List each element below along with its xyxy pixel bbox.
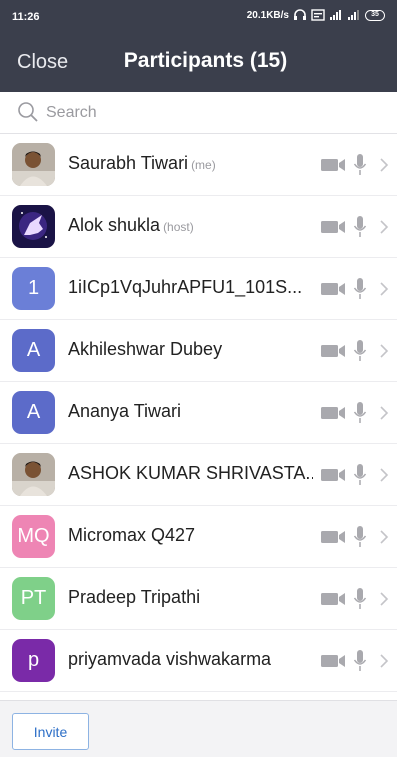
participant-status-icons (321, 154, 389, 176)
avatar-photo (12, 205, 55, 248)
avatar: MQ (12, 515, 55, 558)
microphone-icon (353, 526, 367, 547)
avatar-photo (12, 143, 55, 186)
participant-row[interactable]: A Ananya Tiwari (0, 382, 397, 444)
participant-status-icons (321, 588, 389, 610)
participant-name-text: priyamvada vishwakarma (68, 649, 272, 669)
avatar: 1 (12, 267, 55, 310)
footer-bar: Invite (0, 700, 397, 757)
participant-status-icons (321, 526, 389, 548)
chevron-right-icon[interactable] (379, 157, 389, 173)
status-time: 11:26 (12, 11, 40, 23)
participant-role-tag: (me) (191, 158, 216, 172)
chevron-right-icon[interactable] (379, 653, 389, 669)
chevron-right-icon[interactable] (379, 281, 389, 297)
microphone-icon (353, 216, 367, 237)
video-camera-icon (321, 283, 345, 295)
avatar: PT (12, 577, 55, 620)
chevron-right-icon[interactable] (379, 529, 389, 545)
participant-row[interactable]: Saurabh Tiwari (me) (0, 134, 397, 196)
status-indicators: 20.1KB/s 35 (247, 9, 385, 21)
video-camera-icon (321, 159, 345, 171)
video-camera-icon (321, 407, 345, 419)
participant-name: Alok shukla (host) (68, 215, 194, 236)
search-bar (0, 92, 397, 134)
participants-screen: 11:26 20.1KB/s 35 Close Participants (15… (0, 0, 397, 757)
video-camera-icon (321, 531, 345, 543)
participant-name: ASHOK KUMAR SHRIVASTA... (68, 463, 313, 484)
chevron-right-icon[interactable] (379, 343, 389, 359)
participant-status-icons (321, 402, 389, 424)
participant-name-text: Saurabh Tiwari (68, 153, 189, 173)
participant-row[interactable]: Alok shukla (host) (0, 196, 397, 258)
video-camera-icon (321, 221, 345, 233)
video-camera-icon (321, 655, 345, 667)
microphone-icon (353, 340, 367, 361)
participant-name: Saurabh Tiwari (me) (68, 153, 216, 174)
participant-status-icons (321, 650, 389, 672)
chevron-right-icon[interactable] (379, 405, 389, 421)
status-bar: 11:26 20.1KB/s 35 (0, 0, 397, 34)
participant-row[interactable]: p priyamvada vishwakarma (0, 630, 397, 692)
network-speed: 20.1KB/s (246, 9, 289, 21)
participant-list: Saurabh Tiwari (me) Alok shukla (host) 1 1iIC… (0, 134, 397, 692)
search-input[interactable] (46, 102, 366, 124)
participant-role-tag: (host) (163, 220, 194, 234)
chevron-right-icon[interactable] (379, 591, 389, 607)
microphone-icon (353, 402, 367, 423)
chevron-right-icon[interactable] (379, 219, 389, 235)
participant-name-text: Akhileshwar Dubey (68, 339, 223, 359)
participant-status-icons (321, 216, 389, 238)
avatar: A (12, 329, 55, 372)
participant-name-text: Alok shukla (68, 215, 161, 235)
signal-icon-2 (348, 10, 359, 20)
microphone-icon (353, 650, 367, 671)
message-icon (311, 9, 325, 21)
search-icon (18, 102, 38, 122)
participant-name: priyamvada vishwakarma (68, 649, 271, 670)
page-title: Participants (15) (123, 49, 288, 72)
battery-icon: 35 (365, 9, 385, 21)
participant-row[interactable]: A Akhileshwar Dubey (0, 320, 397, 382)
avatar: p (12, 639, 55, 682)
top-bar: Close Participants (15) (0, 34, 397, 92)
participant-name: Ananya Tiwari (68, 401, 181, 422)
microphone-icon (353, 464, 367, 485)
participant-row[interactable]: ASHOK KUMAR SHRIVASTA... (0, 444, 397, 506)
headset-icon (294, 9, 306, 20)
participant-name-text: 1iICp1VqJuhrAPFU1_101S... (68, 277, 303, 297)
participant-name-text: Ananya Tiwari (68, 401, 182, 421)
participant-name: 1iICp1VqJuhrAPFU1_101S... (68, 277, 302, 298)
avatar: A (12, 391, 55, 434)
participant-name-text: Micromax Q427 (68, 525, 196, 545)
video-camera-icon (321, 345, 345, 357)
participant-name-text: ASHOK KUMAR SHRIVASTA... (68, 463, 313, 483)
signal-icon (330, 10, 341, 20)
chevron-right-icon[interactable] (379, 467, 389, 483)
participant-status-icons (321, 340, 389, 362)
participant-status-icons (321, 464, 389, 486)
participant-row[interactable]: PT Pradeep Tripathi (0, 568, 397, 630)
participant-status-icons (321, 278, 389, 300)
participant-name: Pradeep Tripathi (68, 587, 200, 608)
participant-row[interactable]: 1 1iICp1VqJuhrAPFU1_101S... (0, 258, 397, 320)
participant-name: Akhileshwar Dubey (68, 339, 222, 360)
microphone-icon (353, 588, 367, 609)
video-camera-icon (321, 469, 345, 481)
participant-row[interactable]: MQ Micromax Q427 (0, 506, 397, 568)
participant-name: Micromax Q427 (68, 525, 195, 546)
video-camera-icon (321, 593, 345, 605)
participant-name-text: Pradeep Tripathi (68, 587, 201, 607)
microphone-icon (353, 278, 367, 299)
avatar-photo (12, 453, 55, 496)
microphone-icon (353, 154, 367, 175)
invite-button[interactable]: Invite (12, 713, 89, 750)
